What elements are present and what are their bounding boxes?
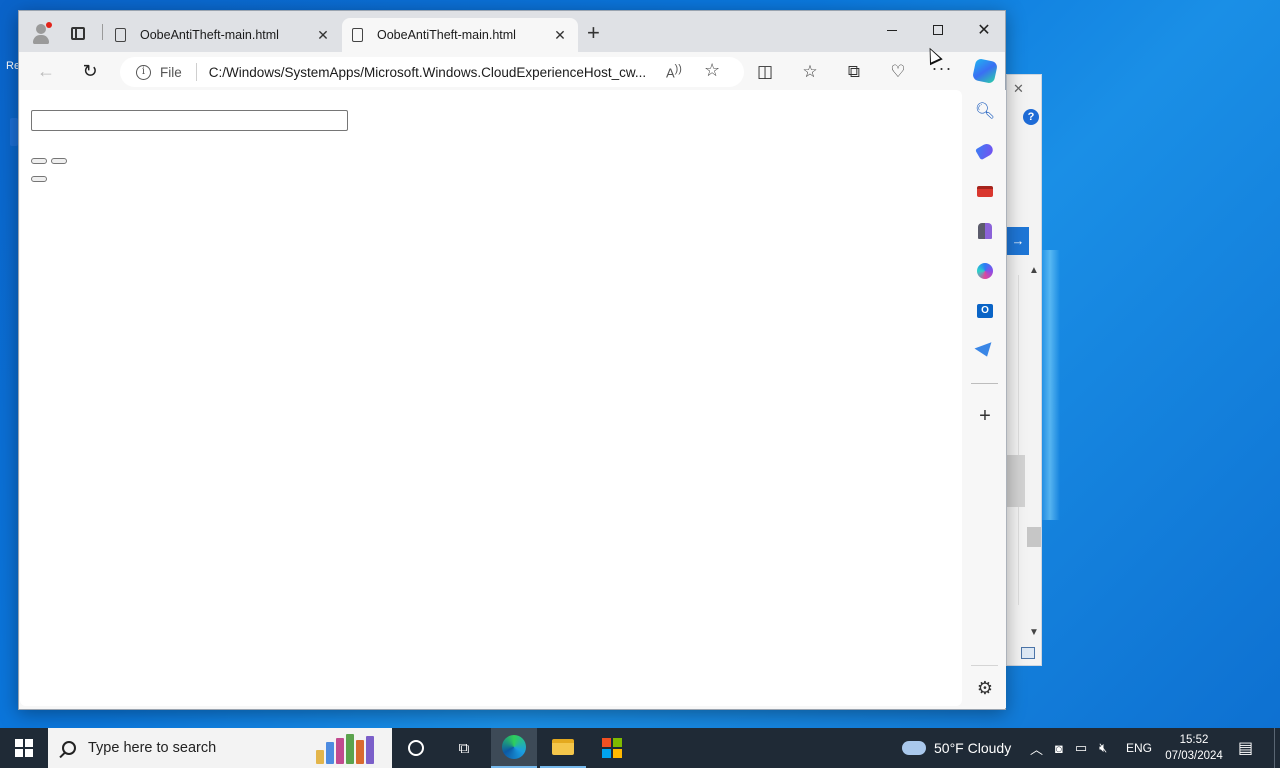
close-window-button[interactable]: ✕ xyxy=(961,17,1007,43)
collections-icon[interactable]: ⧉ xyxy=(842,60,866,84)
help-icon[interactable]: ? xyxy=(1023,109,1039,125)
close-icon[interactable]: ✕ xyxy=(1013,81,1024,97)
windows-start-icon[interactable] xyxy=(15,739,33,757)
scrollbar-thumb[interactable] xyxy=(1027,527,1041,547)
empty-button-2[interactable] xyxy=(51,158,67,164)
network-icon[interactable]: ▭ xyxy=(1075,740,1087,756)
divider xyxy=(971,665,998,666)
cortana-icon[interactable] xyxy=(393,728,439,768)
divider xyxy=(102,24,103,40)
task-view-icon[interactable]: ⧉ xyxy=(441,728,487,768)
tab-close-icon[interactable]: ✕ xyxy=(315,27,331,44)
tab-title: OobeAntiTheft-main.html xyxy=(140,28,279,42)
tab-title: OobeAntiTheft-main.html xyxy=(377,28,516,42)
books-illustration-icon xyxy=(316,734,392,764)
list-pane xyxy=(1007,275,1019,605)
clock[interactable]: 15:52 07/03/2024 xyxy=(1164,728,1224,768)
desktop-light-streak xyxy=(1040,250,1060,520)
page-icon xyxy=(352,28,363,42)
edge-browser-icon[interactable] xyxy=(491,728,537,768)
edge-sidebar: 🔍︎ O + ⚙ xyxy=(963,90,1006,708)
file-explorer-icon[interactable] xyxy=(540,728,586,768)
browser-toolbar: ← ↻ i File C:/Windows/SystemApps/Microso… xyxy=(19,52,1005,90)
outlook-icon[interactable]: O xyxy=(974,300,996,322)
back-arrow-icon[interactable]: ← xyxy=(33,59,59,83)
shopping-tag-icon[interactable] xyxy=(974,140,996,162)
notifications-icon[interactable]: ▤ xyxy=(1238,728,1253,768)
tab-2-active[interactable]: OobeAntiTheft-main.html ✕ xyxy=(342,18,578,52)
copilot-icon[interactable] xyxy=(971,57,999,85)
view-icon[interactable] xyxy=(1021,647,1035,659)
clock-time: 15:52 xyxy=(1179,734,1209,746)
drop-icon[interactable] xyxy=(974,340,996,362)
desktop-icon[interactable] xyxy=(10,118,18,146)
scroll-down-icon[interactable]: ▼ xyxy=(1029,627,1039,638)
empty-button-1[interactable] xyxy=(31,158,47,164)
read-aloud-icon[interactable]: A)) xyxy=(666,63,682,80)
search-placeholder: Type here to search xyxy=(88,740,217,756)
show-desktop-button[interactable] xyxy=(1274,728,1275,768)
selected-row xyxy=(1007,455,1025,507)
maximize-button[interactable] xyxy=(915,17,961,43)
browser-window: OobeAntiTheft-main.html ✕ OobeAntiTheft-… xyxy=(18,10,1006,710)
add-icon[interactable]: + xyxy=(974,405,996,427)
scroll-up-icon[interactable]: ▲ xyxy=(1029,265,1039,276)
page-content xyxy=(20,90,962,706)
info-icon[interactable]: i xyxy=(136,64,151,80)
scheme-label: File xyxy=(160,64,182,80)
address-bar[interactable]: i File C:/Windows/SystemApps/Microsoft.W… xyxy=(120,57,744,87)
heart-pulse-icon[interactable]: ♡ xyxy=(886,60,910,84)
weather-condition: Cloudy xyxy=(967,740,1012,756)
empty-button-3[interactable] xyxy=(31,176,47,182)
weather-temp: 50°F xyxy=(934,740,964,756)
chevron-up-icon[interactable]: ︿ xyxy=(1030,739,1043,758)
volume-muted-icon[interactable]: 🔇︎ xyxy=(1099,740,1107,756)
gear-icon[interactable]: ⚙ xyxy=(974,677,996,699)
minimize-button[interactable] xyxy=(869,17,915,43)
microsoft365-icon[interactable] xyxy=(974,260,996,282)
star-icon[interactable]: ☆ xyxy=(704,60,720,81)
clock-date: 07/03/2024 xyxy=(1165,750,1223,762)
text-input[interactable] xyxy=(31,110,348,131)
page-icon xyxy=(115,28,126,42)
search-icon[interactable]: 🔍︎ xyxy=(974,100,996,122)
divider xyxy=(971,383,998,384)
url-text[interactable]: C:/Windows/SystemApps/Microsoft.Windows.… xyxy=(209,65,657,80)
tab-bar: OobeAntiTheft-main.html ✕ OobeAntiTheft-… xyxy=(19,11,1005,52)
background-window[interactable]: ✕ ? → ▲ ▼ xyxy=(1006,74,1042,666)
next-arrow-button[interactable]: → xyxy=(1007,227,1029,255)
split-screen-icon[interactable]: ◫ xyxy=(753,60,777,84)
taskbar: Type here to search ⧉ 50°F Cloudy ︿ ◙ ▭ … xyxy=(0,728,1280,768)
new-tab-button[interactable]: + xyxy=(587,22,600,44)
tab-actions-icon[interactable] xyxy=(67,22,89,44)
tools-icon[interactable] xyxy=(974,180,996,202)
cloud-icon xyxy=(902,741,926,755)
games-icon[interactable] xyxy=(974,220,996,242)
system-tray: ︿ ◙ ▭ 🔇︎ xyxy=(1030,728,1107,768)
meet-now-icon[interactable]: ◙ xyxy=(1055,741,1063,756)
profile-icon[interactable] xyxy=(30,22,52,44)
tab-1[interactable]: OobeAntiTheft-main.html ✕ xyxy=(105,18,341,52)
language-indicator[interactable]: ENG xyxy=(1126,728,1152,768)
microsoft-store-icon[interactable] xyxy=(589,728,635,768)
tab-close-icon[interactable]: ✕ xyxy=(552,27,568,44)
weather-widget[interactable]: 50°F Cloudy xyxy=(902,728,1011,768)
favorites-icon[interactable]: ☆ xyxy=(798,60,822,84)
search-icon xyxy=(62,741,76,755)
divider xyxy=(195,63,197,81)
refresh-icon[interactable]: ↻ xyxy=(77,59,103,83)
